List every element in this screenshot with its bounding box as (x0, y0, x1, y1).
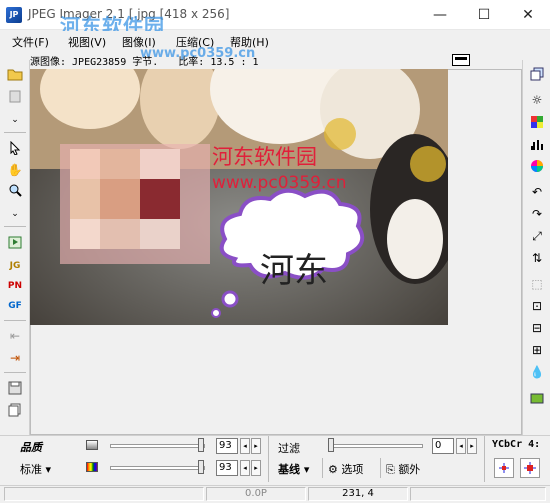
extra-button[interactable]: ⎘ 额外 (386, 461, 420, 477)
menu-view[interactable]: 视图(V) (68, 34, 106, 50)
separator (4, 132, 26, 133)
layers-icon[interactable] (526, 388, 548, 408)
expand-down-icon[interactable]: ⌄ (4, 204, 26, 224)
drop-icon[interactable]: 💧 (526, 362, 548, 382)
chroma-decrement[interactable]: ◂ (240, 460, 250, 476)
photo-canvas (30, 69, 448, 325)
separator (380, 458, 381, 478)
image-preview[interactable]: 河东软件园 www.pc0359.cn 河东 (30, 69, 448, 325)
resize-icon[interactable]: ⤢ (526, 226, 548, 246)
flip-icon[interactable]: ⇅ (526, 248, 548, 268)
extra-label: 额外 (398, 463, 421, 476)
baseline-value: 基线 (278, 463, 300, 476)
extra-icon: ⎘ (386, 463, 395, 476)
baseline-dropdown[interactable]: 基线 ▾ (278, 461, 309, 477)
image-overlay-title: 河东软件园 (212, 145, 317, 169)
left-toolbar: ⌄ ✋ ⌄ JG PN GF ⇤ ⇥ (0, 60, 30, 435)
separator (322, 458, 323, 478)
separator (4, 320, 26, 321)
quality-label: 品质 (20, 441, 42, 454)
png-icon[interactable]: PN (4, 276, 26, 296)
quality-slider-thumb[interactable] (198, 438, 204, 452)
quality-slider[interactable] (110, 444, 205, 448)
copy-icon[interactable] (526, 64, 548, 84)
filter-decrement[interactable]: ◂ (456, 438, 466, 454)
zoom-icon[interactable] (4, 180, 26, 200)
rotate-right-icon[interactable]: ↷ (526, 204, 548, 224)
hand-icon[interactable]: ✋ (4, 160, 26, 180)
color-swatch-icon (86, 462, 98, 472)
status-coords: 231, 4 (308, 487, 408, 501)
histogram-icon[interactable] (526, 134, 548, 154)
chroma-increment[interactable]: ▸ (251, 460, 261, 476)
subsample-b-icon[interactable] (520, 458, 540, 478)
quality-increment[interactable]: ▸ (251, 438, 261, 454)
status-zoom: 0.0P (206, 487, 306, 501)
jpeg-icon[interactable]: JG (4, 256, 26, 276)
gear-icon: ⚙ (328, 463, 338, 476)
save-icon[interactable] (4, 378, 26, 398)
colorspace-label: YCbCr 4: (492, 439, 541, 450)
color-wheel-icon[interactable] (526, 156, 548, 176)
open-folder-icon[interactable] (4, 64, 26, 84)
preset-value: 标准 (20, 463, 42, 476)
preset-dropdown[interactable]: 标准 ▾ (20, 461, 51, 477)
image-overlay-url: www.pc0359.cn (212, 173, 347, 193)
chroma-slider-thumb[interactable] (198, 460, 204, 474)
rotate-left-icon[interactable]: ↶ (526, 182, 548, 202)
color-grid-icon[interactable] (526, 112, 548, 132)
fit-window-icon[interactable]: ⊡ (526, 296, 548, 316)
right-toolbar: ☼ ↶ ↷ ⤢ ⇅ ⬚ ⊡ ⊟ ⊞ 💧 (522, 60, 550, 435)
crop-icon[interactable]: ⬚ (526, 274, 548, 294)
separator (4, 226, 26, 227)
ratio-info: 比率: 13.5 : 1 (178, 57, 259, 68)
close-button[interactable]: ✕ (506, 0, 550, 30)
info-bar: 源图像: JPEG23859 字节. 比率: 13.5 : 1 (30, 53, 475, 69)
separator (268, 436, 269, 482)
filter-label: 过滤 (278, 442, 300, 455)
run-icon[interactable] (4, 232, 26, 252)
status-cell-extra (410, 487, 546, 501)
separator (484, 436, 485, 482)
subsample-a-icon[interactable] (494, 458, 514, 478)
menu-file[interactable]: 文件(F) (12, 34, 49, 50)
bubble-text: 河东 (260, 251, 328, 291)
quality-value[interactable]: 93 (216, 438, 238, 454)
separator (4, 372, 26, 373)
options-button[interactable]: ⚙ 选项 (328, 461, 363, 477)
paste-icon[interactable] (4, 86, 26, 106)
gray-swatch-icon (86, 440, 98, 450)
source-info: 源图像: JPEG23859 字节. (30, 57, 159, 68)
chroma-value[interactable]: 93 (216, 460, 238, 476)
quality-decrement[interactable]: ◂ (240, 438, 250, 454)
status-cell-empty (4, 487, 204, 501)
filter-value[interactable]: 0 (432, 438, 454, 454)
expand-down-icon[interactable]: ⌄ (4, 110, 26, 130)
filter-slider[interactable] (328, 444, 423, 448)
export-icon[interactable]: ⇥ (4, 348, 26, 368)
maximize-button[interactable]: ☐ (462, 0, 506, 30)
import-icon[interactable]: ⇤ (4, 326, 26, 346)
brightness-icon[interactable]: ☼ (526, 90, 548, 110)
chroma-slider[interactable] (110, 466, 205, 470)
pages-icon[interactable] (4, 400, 26, 420)
filter-slider-thumb[interactable] (328, 438, 334, 452)
filter-increment[interactable]: ▸ (467, 438, 477, 454)
gif-icon[interactable]: GF (4, 296, 26, 316)
split-icon[interactable]: ⊞ (526, 340, 548, 360)
options-label: 选项 (341, 463, 364, 476)
align-icon[interactable]: ⊟ (526, 318, 548, 338)
window-preview-icon[interactable] (452, 54, 470, 66)
app-icon[interactable]: JP (6, 7, 22, 23)
minimize-button[interactable]: — (418, 0, 462, 30)
pointer-icon[interactable] (4, 138, 26, 158)
